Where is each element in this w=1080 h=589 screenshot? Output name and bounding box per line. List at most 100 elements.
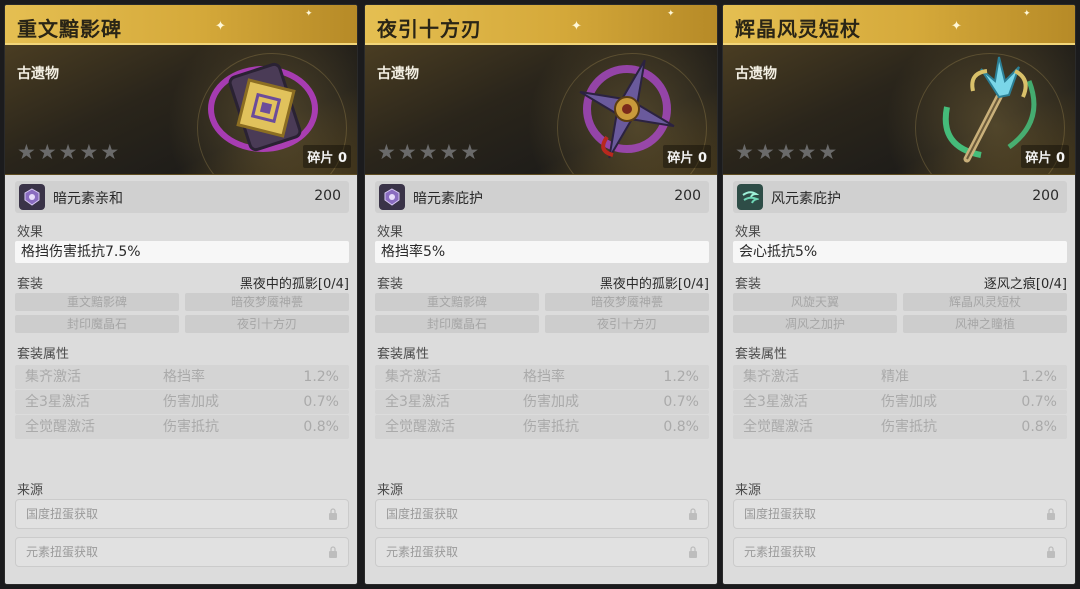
card-title: 夜引十方刃 bbox=[377, 17, 482, 41]
lock-icon bbox=[1047, 546, 1055, 558]
attr-row: 全3星激活 伤害加成 0.7% bbox=[375, 390, 709, 414]
star-icon: ★ bbox=[17, 140, 36, 164]
set-piece[interactable]: 风旋天翼 bbox=[733, 293, 897, 311]
star-icon: ★ bbox=[755, 140, 775, 164]
attr-value: 0.8% bbox=[1021, 419, 1057, 435]
affix-row: 暗元素亲和 200 bbox=[15, 181, 349, 213]
attr-value: 0.7% bbox=[1021, 394, 1057, 410]
sparkle-icon: ✦ bbox=[305, 9, 313, 19]
set-attr-label: 套装属性 bbox=[17, 347, 70, 362]
set-name: 逐风之痕[0/4] bbox=[983, 277, 1067, 292]
set-piece[interactable]: 风神之瞳植 bbox=[903, 315, 1067, 333]
attr-row: 集齐激活 格挡率 1.2% bbox=[15, 365, 349, 389]
attr-row: 全3星激活 伤害加成 0.7% bbox=[733, 390, 1067, 414]
effect-text: 格挡伤害抵抗7.5% bbox=[15, 241, 349, 263]
item-hero-panel: 古遗物 ★ ★ ★ ★ ★ 碎片 0 bbox=[365, 45, 717, 175]
attr-stat: 伤害抵抗 bbox=[881, 419, 937, 435]
affix-value: 200 bbox=[1032, 188, 1059, 204]
set-piece[interactable]: 封印魔晶石 bbox=[15, 315, 179, 333]
item-category: 古遗物 bbox=[735, 66, 777, 82]
set-piece[interactable]: 封印魔晶石 bbox=[375, 315, 539, 333]
star-icon: ★ bbox=[100, 140, 120, 164]
star-rating: ★ ★ ★ ★ ★ bbox=[735, 141, 837, 163]
source-row[interactable]: 国度扭蛋获取 bbox=[15, 499, 349, 529]
fragment-count: 碎片 0 bbox=[303, 145, 351, 168]
source-text: 元素扭蛋获取 bbox=[386, 545, 459, 559]
attr-stat: 格挡率 bbox=[163, 369, 205, 385]
star-icon: ★ bbox=[776, 140, 796, 164]
attr-condition: 全觉醒激活 bbox=[743, 419, 813, 435]
sparkle-icon: ✦ bbox=[215, 19, 226, 34]
attr-condition: 全觉醒激活 bbox=[385, 419, 455, 435]
set-piece[interactable]: 辉晶风灵短杖 bbox=[903, 293, 1067, 311]
star-icon: ★ bbox=[58, 140, 78, 164]
card-title: 辉晶风灵短杖 bbox=[735, 17, 861, 41]
star-icon: ★ bbox=[37, 140, 57, 164]
lock-icon bbox=[689, 546, 697, 558]
star-rating: ★ ★ ★ ★ ★ bbox=[17, 141, 119, 163]
attr-row: 全觉醒激活 伤害抵抗 0.8% bbox=[375, 415, 709, 439]
set-attr-table: 集齐激活 精准 1.2% 全3星激活 伤害加成 0.7% 全觉醒激活 伤害抵抗 … bbox=[733, 365, 1067, 440]
star-icon: ★ bbox=[79, 140, 99, 164]
star-icon: ★ bbox=[397, 140, 417, 164]
attr-value: 0.8% bbox=[303, 419, 339, 435]
star-rating: ★ ★ ★ ★ ★ bbox=[377, 141, 479, 163]
attr-condition: 全3星激活 bbox=[743, 394, 808, 410]
dark-element-icon bbox=[19, 184, 45, 210]
source-row[interactable]: 元素扭蛋获取 bbox=[733, 537, 1067, 567]
set-attr-table: 集齐激活 格挡率 1.2% 全3星激活 伤害加成 0.7% 全觉醒激活 伤害抵抗… bbox=[15, 365, 349, 440]
attr-value: 1.2% bbox=[303, 369, 339, 385]
card-title-bar: 辉晶风灵短杖 ✦ ✦ bbox=[723, 5, 1075, 45]
card-body: 风元素庇护 200 效果 会心抵抗5% 套装 逐风之痕[0/4] 风旋天翼 辉晶… bbox=[733, 181, 1067, 567]
attr-stat: 伤害加成 bbox=[163, 394, 219, 410]
set-pieces: 重文黯影碑 暗夜梦魇神甍 封印魔晶石 夜引十方刃 bbox=[15, 293, 349, 333]
source-row[interactable]: 国度扭蛋获取 bbox=[733, 499, 1067, 529]
affix-row: 风元素庇护 200 bbox=[733, 181, 1067, 213]
set-piece[interactable]: 夜引十方刃 bbox=[545, 315, 709, 333]
set-piece[interactable]: 暗夜梦魇神甍 bbox=[185, 293, 349, 311]
relic-card-1: 重文黯影碑 ✦ ✦ 古遗物 ★ ★ ★ ★ ★ 碎片 0 暗元素亲和 200 效… bbox=[4, 4, 358, 585]
attr-row: 全觉醒激活 伤害抵抗 0.8% bbox=[733, 415, 1067, 439]
set-piece[interactable]: 凋风之加护 bbox=[733, 315, 897, 333]
set-piece[interactable]: 暗夜梦魇神甍 bbox=[545, 293, 709, 311]
set-piece[interactable]: 重文黯影碑 bbox=[15, 293, 179, 311]
card-body: 暗元素亲和 200 效果 格挡伤害抵抗7.5% 套装 黑夜中的孤影[0/4] 重… bbox=[15, 181, 349, 567]
item-category: 古遗物 bbox=[17, 66, 59, 82]
affix-value: 200 bbox=[314, 188, 341, 204]
attr-row: 集齐激活 格挡率 1.2% bbox=[375, 365, 709, 389]
item-category: 古遗物 bbox=[377, 66, 419, 82]
set-pieces: 重文黯影碑 暗夜梦魇神甍 封印魔晶石 夜引十方刃 bbox=[375, 293, 709, 333]
source-row[interactable]: 元素扭蛋获取 bbox=[375, 537, 709, 567]
attr-condition: 集齐激活 bbox=[25, 369, 81, 385]
card-body: 暗元素庇护 200 效果 格挡率5% 套装 黑夜中的孤影[0/4] 重文黯影碑 … bbox=[375, 181, 709, 567]
attr-value: 1.2% bbox=[663, 369, 699, 385]
effect-label: 效果 bbox=[377, 225, 404, 240]
attr-condition: 全觉醒激活 bbox=[25, 419, 95, 435]
dark-element-icon bbox=[379, 184, 405, 210]
sparkle-icon: ✦ bbox=[951, 19, 962, 34]
set-piece[interactable]: 夜引十方刃 bbox=[185, 315, 349, 333]
set-label: 套装 bbox=[17, 277, 44, 292]
source-text: 国度扭蛋获取 bbox=[744, 507, 817, 521]
source-label: 来源 bbox=[17, 483, 44, 498]
star-icon: ★ bbox=[818, 140, 838, 164]
card-title-bar: 重文黯影碑 ✦ ✦ bbox=[5, 5, 357, 45]
attr-condition: 全3星激活 bbox=[385, 394, 450, 410]
affix-name: 暗元素庇护 bbox=[413, 191, 483, 207]
attr-row: 全3星激活 伤害加成 0.7% bbox=[15, 390, 349, 414]
card-title: 重文黯影碑 bbox=[17, 17, 122, 41]
set-label: 套装 bbox=[377, 277, 404, 292]
attr-row: 集齐激活 精准 1.2% bbox=[733, 365, 1067, 389]
source-row[interactable]: 国度扭蛋获取 bbox=[375, 499, 709, 529]
star-icon: ★ bbox=[797, 140, 817, 164]
lock-icon bbox=[329, 508, 337, 520]
set-piece[interactable]: 重文黯影碑 bbox=[375, 293, 539, 311]
star-icon: ★ bbox=[439, 140, 459, 164]
effect-label: 效果 bbox=[735, 225, 762, 240]
attr-stat: 伤害加成 bbox=[881, 394, 937, 410]
source-row[interactable]: 元素扭蛋获取 bbox=[15, 537, 349, 567]
wind-element-icon bbox=[737, 184, 763, 210]
fragment-count: 碎片 0 bbox=[1021, 145, 1069, 168]
attr-condition: 集齐激活 bbox=[385, 369, 441, 385]
attr-stat: 精准 bbox=[881, 369, 909, 385]
